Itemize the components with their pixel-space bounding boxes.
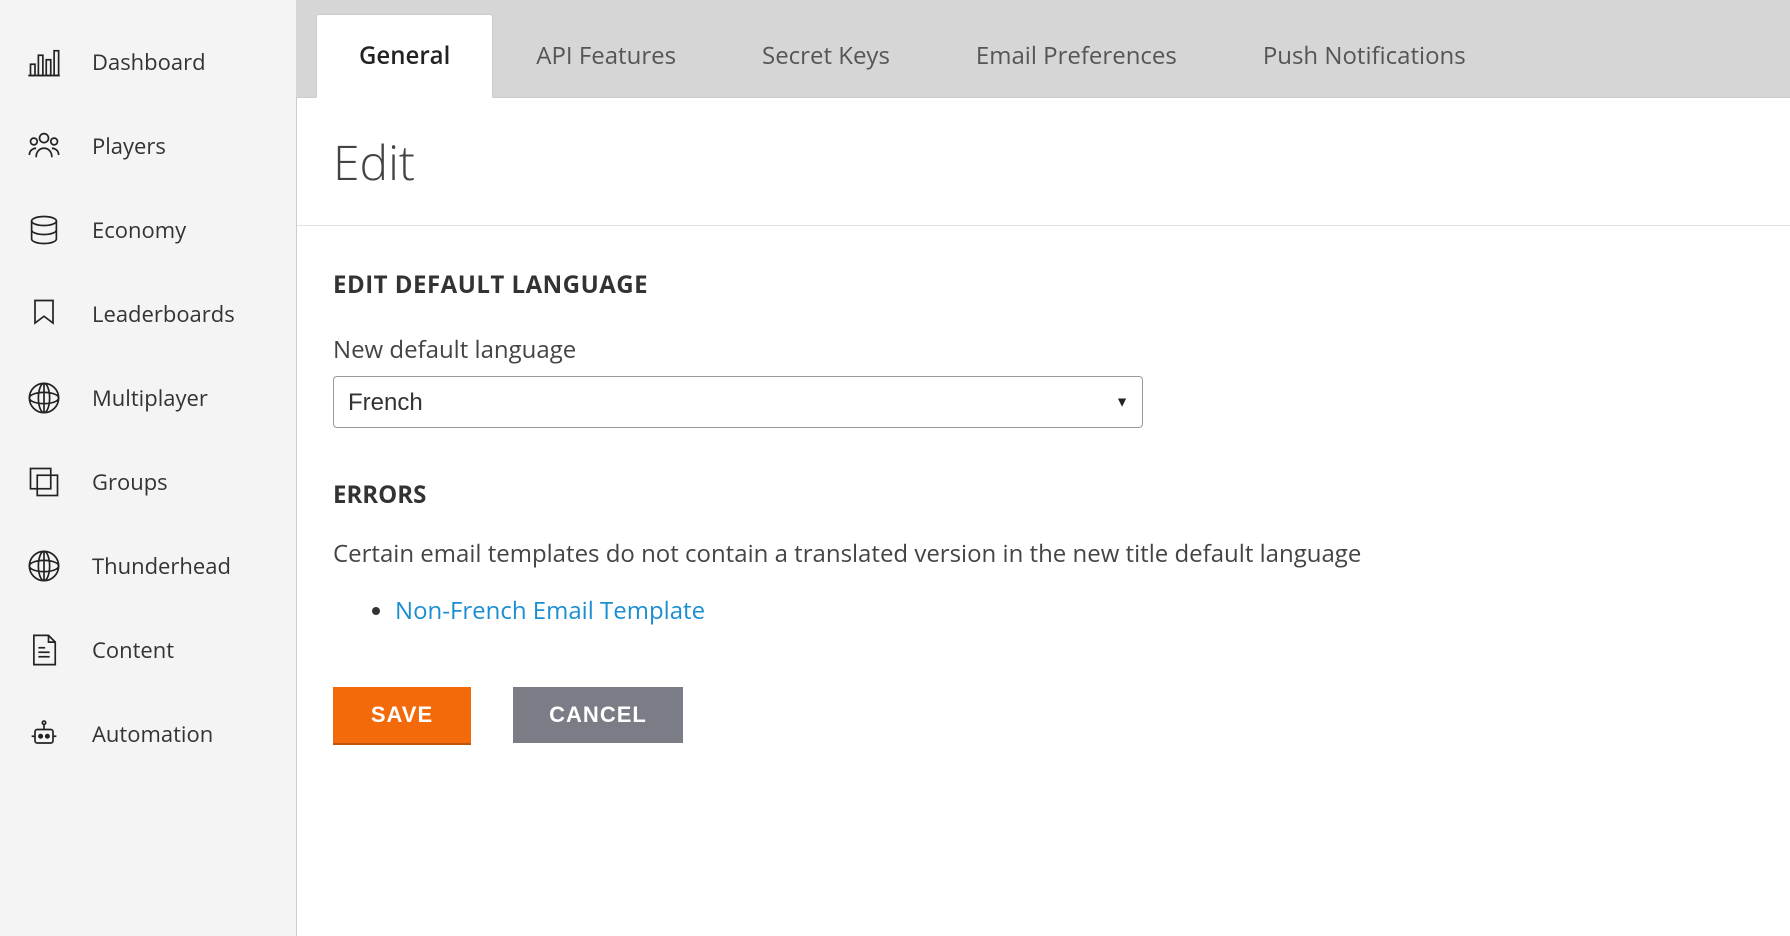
- sidebar-item-label: Groups: [92, 467, 168, 497]
- main-area: General API Features Secret Keys Email P…: [296, 0, 1790, 936]
- divider: [297, 225, 1790, 226]
- sidebar-item-label: Leaderboards: [92, 299, 235, 329]
- thunderhead-icon: [24, 546, 64, 586]
- groups-icon: [24, 462, 64, 502]
- sidebar-item-label: Multiplayer: [92, 383, 208, 413]
- language-select-wrap: French ▼: [333, 376, 1143, 428]
- leaderboards-icon: [24, 294, 64, 334]
- sidebar-item-thunderhead[interactable]: Thunderhead: [0, 524, 296, 608]
- sidebar: Dashboard Players Economy Leaderboards M: [0, 0, 296, 936]
- multiplayer-icon: [24, 378, 64, 418]
- errors-description: Certain email templates do not contain a…: [333, 537, 1754, 570]
- tab-secret-keys[interactable]: Secret Keys: [719, 14, 933, 97]
- sidebar-item-label: Players: [92, 131, 166, 161]
- sidebar-item-dashboard[interactable]: Dashboard: [0, 20, 296, 104]
- error-list-item: Non-French Email Template: [395, 594, 1754, 627]
- tab-email-preferences[interactable]: Email Preferences: [933, 14, 1220, 97]
- sidebar-item-label: Automation: [92, 719, 213, 749]
- section-heading-errors: ERRORS: [333, 478, 1754, 511]
- sidebar-item-groups[interactable]: Groups: [0, 440, 296, 524]
- players-icon: [24, 126, 64, 166]
- sidebar-item-label: Dashboard: [92, 47, 206, 77]
- sidebar-item-automation[interactable]: Automation: [0, 692, 296, 776]
- content-panel: Edit EDIT DEFAULT LANGUAGE New default l…: [296, 98, 1790, 936]
- tab-push-notifications[interactable]: Push Notifications: [1220, 14, 1509, 97]
- sidebar-item-economy[interactable]: Economy: [0, 188, 296, 272]
- language-select[interactable]: French: [333, 376, 1143, 428]
- sidebar-item-label: Content: [92, 635, 174, 665]
- error-link-non-french-template[interactable]: Non-French Email Template: [395, 594, 705, 627]
- sidebar-item-multiplayer[interactable]: Multiplayer: [0, 356, 296, 440]
- field-label-language: New default language: [333, 333, 1754, 366]
- button-row: SAVE CANCEL: [333, 687, 1754, 743]
- sidebar-item-label: Thunderhead: [92, 551, 231, 581]
- sidebar-item-label: Economy: [92, 215, 186, 245]
- dashboard-icon: [24, 42, 64, 82]
- economy-icon: [24, 210, 64, 250]
- sidebar-item-content[interactable]: Content: [0, 608, 296, 692]
- tab-bar: General API Features Secret Keys Email P…: [296, 0, 1790, 98]
- errors-list: Non-French Email Template: [333, 594, 1754, 627]
- sidebar-item-leaderboards[interactable]: Leaderboards: [0, 272, 296, 356]
- content-icon: [24, 630, 64, 670]
- tab-general[interactable]: General: [316, 14, 493, 98]
- tab-api-features[interactable]: API Features: [493, 14, 719, 97]
- cancel-button[interactable]: CANCEL: [513, 687, 683, 743]
- automation-icon: [24, 714, 64, 754]
- save-button[interactable]: SAVE: [333, 687, 471, 743]
- sidebar-item-players[interactable]: Players: [0, 104, 296, 188]
- page-title: Edit: [333, 130, 1754, 195]
- section-heading-edit-language: EDIT DEFAULT LANGUAGE: [333, 268, 1754, 301]
